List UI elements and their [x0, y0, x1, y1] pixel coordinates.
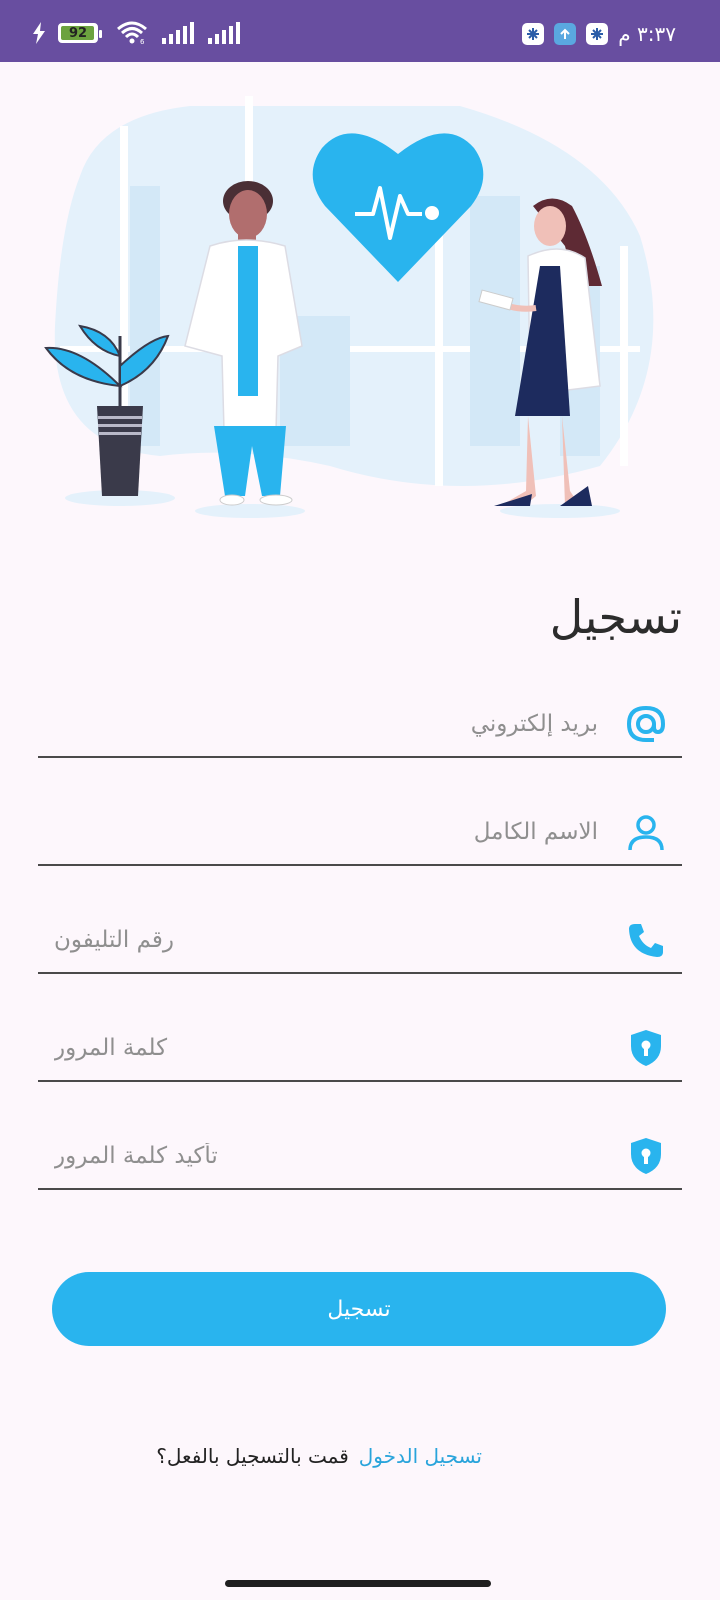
phone-field: [38, 914, 682, 974]
password-field: [38, 1022, 682, 1082]
phone-input[interactable]: [54, 918, 614, 962]
email-input[interactable]: [38, 702, 598, 746]
password-input[interactable]: [54, 1026, 614, 1070]
battery-level: 92: [68, 25, 88, 41]
login-prompt: قمت بالتسجيل بالفعل؟ تسجيل الدخول: [102, 1444, 482, 1468]
email-field: [38, 698, 682, 758]
wifi-icon: 6: [117, 21, 147, 45]
shield-lock-icon: [624, 1026, 668, 1070]
battery-icon: 92: [58, 23, 102, 43]
full-name-field: [38, 806, 682, 866]
confirm-password-input[interactable]: [54, 1134, 614, 1178]
home-indicator[interactable]: [225, 1580, 491, 1587]
upload-app-icon: [554, 23, 577, 45]
clock: ٣:٣٧ م: [618, 22, 676, 46]
person-icon: [624, 810, 668, 854]
login-link[interactable]: تسجيل الدخول: [359, 1444, 482, 1468]
status-bar: 92 6 ٣:٣٧ م: [0, 0, 720, 62]
login-question: قمت بالتسجيل بالفعل؟: [156, 1444, 349, 1468]
status-bar-right: ٣:٣٧ م: [522, 22, 676, 46]
snowflake-app-icon: [522, 23, 545, 45]
signal-icon-2: [208, 22, 240, 44]
svg-text:6: 6: [140, 38, 145, 45]
phone-icon: [624, 918, 668, 962]
full-name-input[interactable]: [38, 810, 598, 854]
charging-icon: [33, 22, 45, 44]
signal-icon-1: [162, 22, 194, 44]
at-icon: [624, 702, 668, 746]
doctors-illustration: [44, 96, 654, 518]
status-bar-left: 92 6: [32, 20, 240, 46]
confirm-password-field: [38, 1130, 682, 1190]
page-title: تسجيل: [549, 590, 682, 644]
snowflake-app-icon-2: [586, 23, 609, 45]
shield-lock-icon: [624, 1134, 668, 1178]
register-button[interactable]: تسجيل: [52, 1272, 666, 1346]
